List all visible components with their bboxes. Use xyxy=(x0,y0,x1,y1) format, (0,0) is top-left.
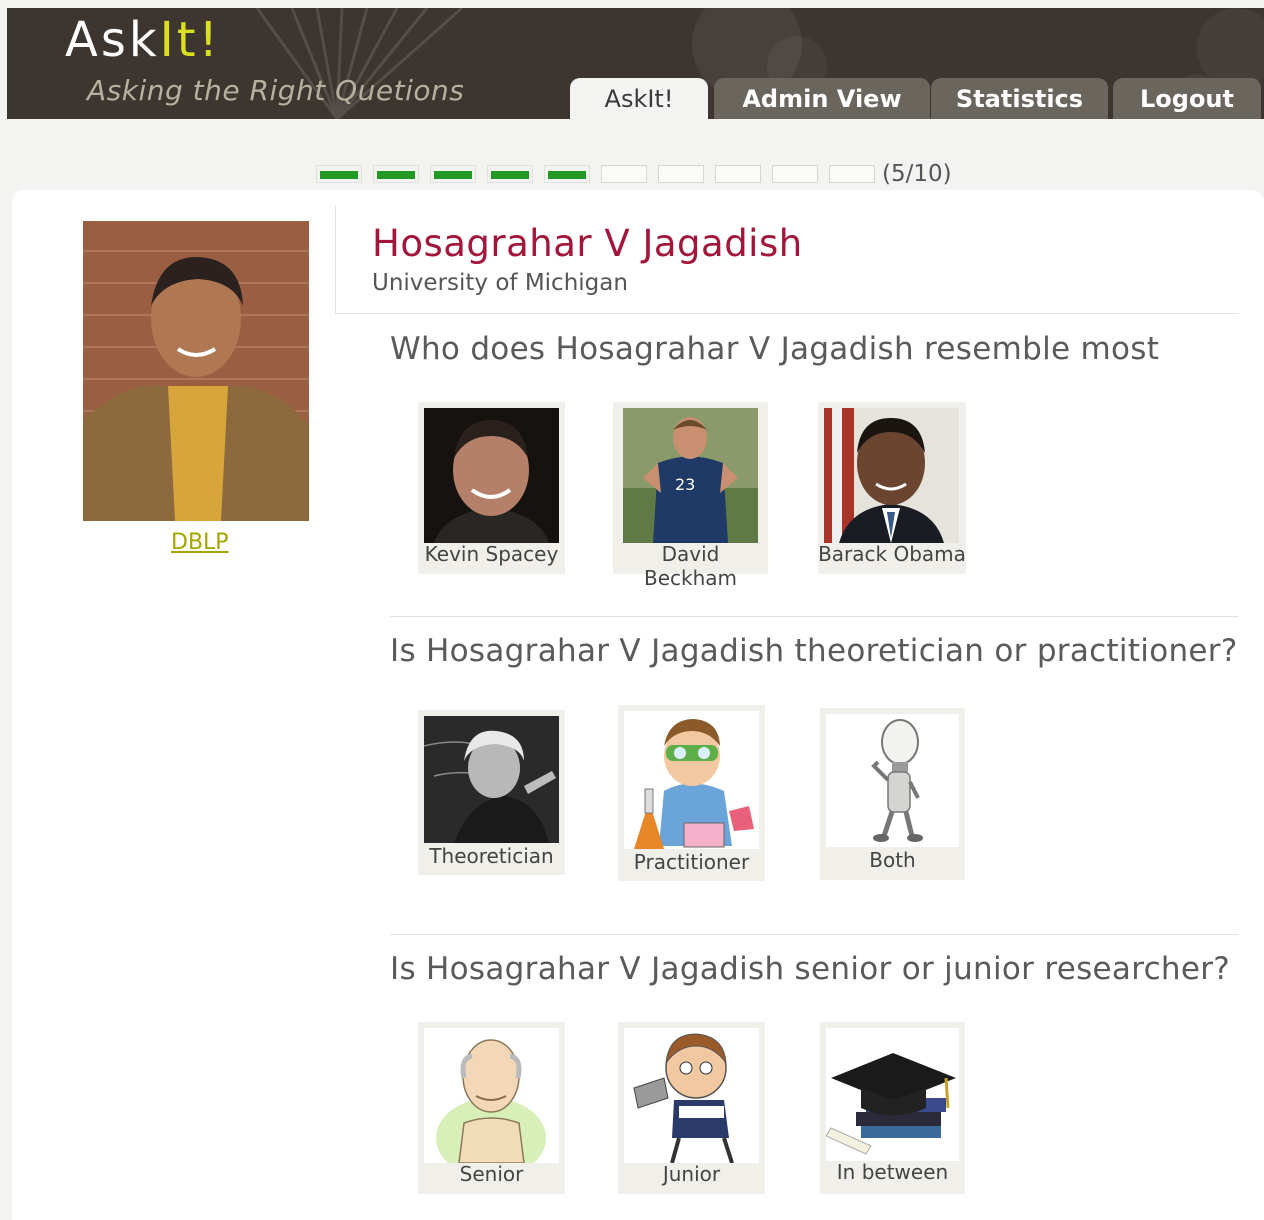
choice-david-beckham[interactable]: 23 David Beckham xyxy=(613,402,768,590)
progress-segment xyxy=(601,165,647,183)
choice-label: Barack Obama xyxy=(818,542,966,566)
lightbulb-figure xyxy=(826,714,959,847)
graduation-cap xyxy=(826,1028,959,1161)
choice-label: David Beckham xyxy=(643,542,738,590)
site-logo[interactable]: AskIt! xyxy=(65,12,221,68)
progress-segment xyxy=(658,165,704,183)
logo-accent-text: It! xyxy=(159,12,221,68)
choice-label: Theoretician xyxy=(429,844,554,868)
choice-label: Junior xyxy=(662,1162,721,1186)
progress-bar: (5/10) xyxy=(316,160,952,188)
choice-junior[interactable]: Junior xyxy=(618,1022,765,1194)
site-tagline: Asking the Right Quetions xyxy=(87,74,465,107)
progress-segment xyxy=(772,165,818,183)
logo-main-text: Ask xyxy=(65,12,160,68)
choice-label: Practitioner xyxy=(633,850,750,874)
progress-segment xyxy=(487,165,533,183)
choice-theoretician[interactable]: Theoretician xyxy=(418,710,565,875)
choice-label: Kevin Spacey xyxy=(424,542,559,566)
progress-segment xyxy=(544,165,590,183)
tab-logout[interactable]: Logout xyxy=(1113,78,1261,119)
progress-count: (5/10) xyxy=(882,161,952,187)
person-name: Hosagrahar V Jagadish xyxy=(372,222,803,265)
progress-segment xyxy=(430,165,476,183)
svg-text:23: 23 xyxy=(675,475,695,494)
person-affiliation: University of Michigan xyxy=(372,270,628,296)
choice-label: In between xyxy=(836,1160,949,1184)
tab-askit[interactable]: AskIt! xyxy=(570,78,708,119)
choice-kevin-spacey[interactable]: Kevin Spacey xyxy=(418,402,565,574)
question-3-text: Is Hosagrahar V Jagadish senior or junio… xyxy=(390,951,1231,987)
old-man-cartoon xyxy=(424,1028,559,1163)
question-divider xyxy=(390,934,1238,935)
question-divider xyxy=(390,616,1238,617)
progress-segment xyxy=(715,165,761,183)
question-2-text: Is Hosagrahar V Jagadish theoretician or… xyxy=(390,633,1238,669)
site-header: AskIt! Asking the Right Quetions AskIt! … xyxy=(7,8,1264,119)
david-beckham-photo: 23 xyxy=(623,408,758,543)
choice-label: Both xyxy=(869,848,916,872)
einstein-chalkboard-photo xyxy=(424,716,559,843)
barack-obama-photo xyxy=(824,408,959,543)
progress-segment xyxy=(316,165,362,183)
progress-segment xyxy=(829,165,875,183)
choice-both[interactable]: Both xyxy=(820,708,965,880)
choice-practitioner[interactable]: Practitioner xyxy=(618,705,765,881)
kevin-spacey-photo xyxy=(424,408,559,543)
choice-senior[interactable]: Senior xyxy=(418,1022,565,1194)
choice-in-between[interactable]: In between xyxy=(820,1022,965,1194)
choice-barack-obama[interactable]: Barack Obama xyxy=(818,402,966,574)
scientist-cartoon xyxy=(624,711,759,849)
profile-photo xyxy=(83,221,309,521)
dblp-link[interactable]: DBLP xyxy=(171,530,229,555)
tab-statistics[interactable]: Statistics xyxy=(931,78,1108,119)
tab-admin-view[interactable]: Admin View xyxy=(714,78,930,119)
question-1-text: Who does Hosagrahar V Jagadish resemble … xyxy=(390,331,1160,367)
boy-director-cartoon xyxy=(624,1028,759,1163)
choice-label: Senior xyxy=(459,1162,524,1186)
progress-segment xyxy=(373,165,419,183)
